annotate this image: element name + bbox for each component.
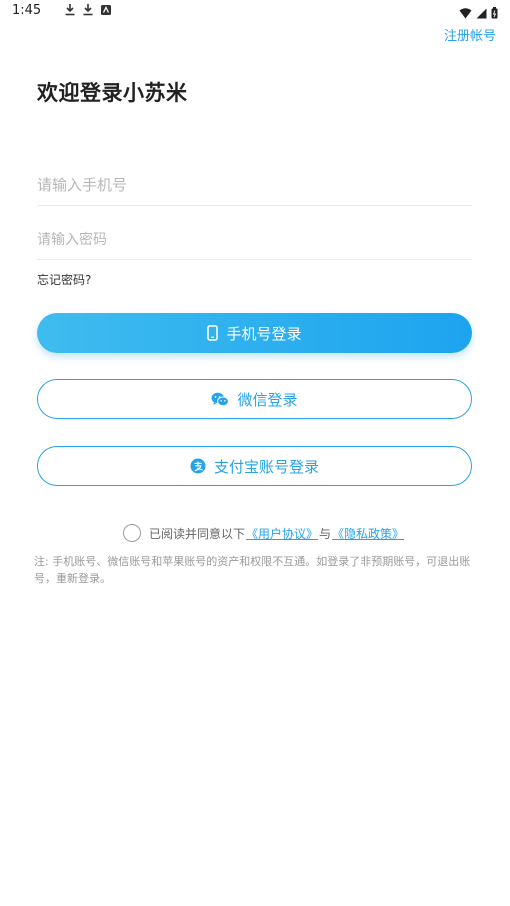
user-agreement-link[interactable]: 《用户协议》 — [246, 525, 318, 542]
agreement-prefix: 已阅读并同意以下 — [149, 526, 246, 541]
page-title: 欢迎登录小苏米 — [37, 81, 188, 105]
phone-input[interactable] — [37, 170, 472, 200]
wechat-icon — [211, 392, 230, 407]
login-screen: 1:45 注册帐号 欢迎登录小苏米 请输入手机号 忘记密码? 手机号登录 微信登… — [0, 0, 510, 906]
alipay-login-button[interactable]: 支付宝账号登录 — [37, 446, 472, 486]
notification-icons — [64, 3, 112, 16]
phone-login-label: 手机号登录 — [226, 324, 302, 343]
download-icon — [64, 3, 76, 16]
forgot-password-link[interactable]: 忘记密码? — [37, 271, 91, 288]
download-icon — [82, 3, 94, 16]
privacy-policy-link[interactable]: 《隐私政策》 — [332, 525, 404, 542]
wechat-login-label: 微信登录 — [237, 390, 298, 409]
system-icons — [459, 4, 498, 23]
agree-checkbox[interactable] — [123, 524, 141, 542]
wechat-login-button[interactable]: 微信登录 — [37, 379, 472, 419]
phone-login-button[interactable]: 手机号登录 — [37, 313, 472, 353]
app-notification-icon — [100, 4, 112, 16]
agreement-row: 已阅读并同意以下 《用户协议》 与 《隐私政策》 — [123, 524, 405, 542]
account-note: 注: 手机账号、微信账号和苹果账号的资产和权限不互通。如登录了非预期账号，可退出… — [34, 555, 471, 585]
signal-icon — [476, 4, 487, 23]
alipay-icon — [190, 458, 206, 474]
status-bar: 1:45 — [0, 0, 510, 24]
status-time: 1:45 — [12, 3, 42, 18]
wifi-icon — [459, 4, 472, 23]
battery-icon — [491, 4, 498, 23]
password-input[interactable] — [37, 227, 472, 253]
phone-field-container — [37, 170, 472, 206]
register-link[interactable]: 注册帐号 — [444, 25, 496, 44]
alipay-login-label: 支付宝账号登录 — [213, 457, 319, 476]
password-field-container — [37, 227, 472, 260]
agreement-conjunction: 与 — [319, 526, 332, 541]
phone-icon — [207, 325, 219, 341]
